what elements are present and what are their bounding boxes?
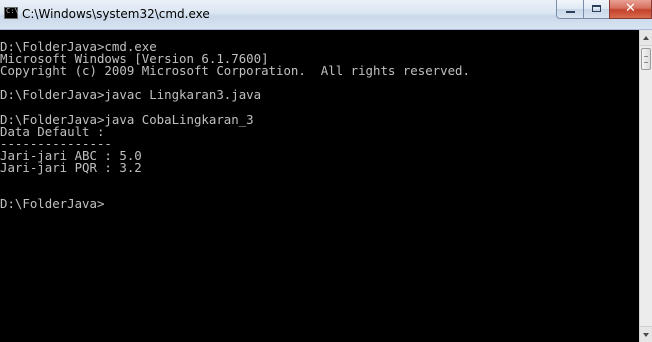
maximize-icon	[592, 5, 601, 12]
maximize-button[interactable]	[583, 0, 610, 19]
console-line: D:\FolderJava>javac Lingkaran3.java	[0, 87, 262, 103]
console-text: D:\FolderJava>cmd.exe Microsoft Windows […	[0, 40, 470, 212]
console-line: Jari-jari PQR : 3.2	[0, 159, 142, 175]
title-bar[interactable]: C:\Windows\system32\cmd.exe ✕	[0, 0, 652, 30]
vertical-scrollbar[interactable]	[639, 30, 652, 342]
console-line: D:\FolderJava>	[0, 196, 105, 212]
close-button[interactable]: ✕	[609, 0, 652, 19]
minimize-icon	[566, 11, 575, 13]
scroll-thumb[interactable]	[641, 48, 651, 70]
minimize-button[interactable]	[556, 0, 584, 19]
scroll-down-arrow-icon[interactable]	[640, 326, 652, 342]
close-icon: ✕	[625, 1, 636, 16]
scroll-up-arrow-icon[interactable]	[640, 30, 652, 46]
cmd-window: C:\Windows\system32\cmd.exe ✕ D:\FolderJ…	[0, 0, 652, 342]
console-output[interactable]: D:\FolderJava>cmd.exe Microsoft Windows […	[0, 30, 639, 342]
cmd-console-icon[interactable]	[4, 7, 19, 19]
window-title: C:\Windows\system32\cmd.exe	[22, 7, 210, 21]
console-line: Copyright (c) 2009 Microsoft Corporation…	[0, 63, 470, 79]
